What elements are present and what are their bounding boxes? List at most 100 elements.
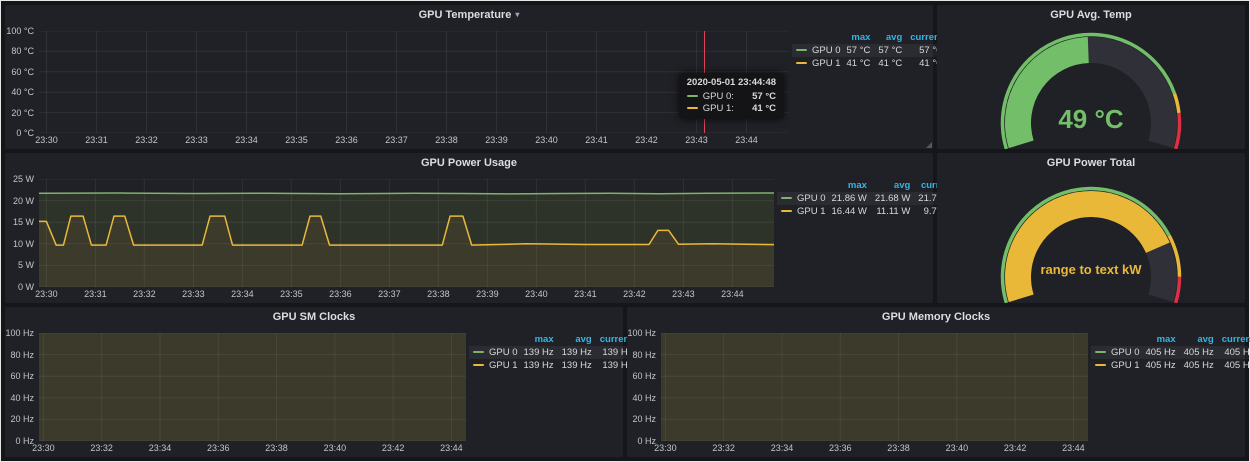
- legend-header-max[interactable]: max: [520, 333, 558, 346]
- x-tick-label: 23:30: [35, 289, 58, 299]
- x-tick-label: 23:36: [335, 135, 358, 145]
- x-tick-label: 23:41: [585, 135, 608, 145]
- panel-header[interactable]: GPU SM Clocks: [5, 307, 623, 329]
- plot-area[interactable]: [39, 333, 466, 441]
- legend-header-avg[interactable]: avg: [874, 31, 906, 44]
- x-tick-label: 23:35: [285, 135, 308, 145]
- legend-value: 57 °C: [843, 44, 875, 57]
- chart-canvas: [39, 31, 789, 133]
- legend-header-current[interactable]: current: [1218, 333, 1250, 346]
- series-dash-icon: [1095, 351, 1106, 353]
- legend-value: 41 °C: [874, 57, 906, 70]
- panel-header[interactable]: GPU Memory Clocks: [627, 307, 1245, 329]
- x-tick-label: 23:40: [535, 135, 558, 145]
- panel-header[interactable]: GPU Temperature▾: [5, 5, 933, 27]
- plot-area[interactable]: 2020-05-01 23:44:48 GPU 0: 57 °C GPU 1: …: [39, 31, 789, 133]
- panel-header[interactable]: GPU Power Total: [937, 153, 1245, 175]
- dashboard-row-3: GPU SM Clocks 100 Hz80 Hz60 Hz40 Hz20 Hz…: [5, 307, 1245, 457]
- panel-title: GPU SM Clocks: [273, 311, 356, 323]
- series-dash-icon: [796, 49, 807, 51]
- grafana-dashboard: GPU Temperature▾ 100 °C80 °C60 °C40 °C20…: [0, 0, 1250, 462]
- y-tick-label: 80 Hz: [632, 350, 656, 360]
- dashboard-row-1: GPU Temperature▾ 100 °C80 °C60 °C40 °C20…: [5, 5, 1245, 149]
- gauge-value: 49 °C: [937, 104, 1245, 135]
- y-tick-label: 5 W: [18, 260, 34, 270]
- x-tick-label: 23:38: [265, 443, 288, 453]
- x-tick-label: 23:30: [654, 443, 677, 453]
- legend-series-gpu-1[interactable]: GPU 1: [792, 57, 843, 70]
- x-tick-label: 23:44: [735, 135, 758, 145]
- legend-series-gpu-1[interactable]: GPU 1: [1091, 359, 1142, 372]
- legend-row: GPU 057 °C57 °C57 °C: [792, 44, 947, 57]
- legend-header-max[interactable]: max: [828, 179, 871, 192]
- x-tick-label: 23:42: [623, 289, 646, 299]
- legend-header-avg[interactable]: avg: [1180, 333, 1218, 346]
- series-dash-icon: [687, 95, 698, 97]
- legend-series-gpu-0[interactable]: GPU 0: [777, 192, 828, 205]
- y-tick-label: 20 W: [13, 196, 34, 206]
- series-dash-icon: [796, 62, 807, 64]
- x-tick-label: 23:31: [84, 289, 107, 299]
- chart-area: 100 °C80 °C60 °C40 °C20 °C0 °C 2020-05-0…: [5, 27, 792, 149]
- legend-value: 405 Hz: [1142, 359, 1180, 372]
- legend-header-avg[interactable]: avg: [871, 179, 914, 192]
- chart-wrap: 25 W20 W15 W10 W5 W0 W 23:3023:3123:3223…: [5, 175, 933, 303]
- legend-value: 405 Hz: [1142, 346, 1180, 359]
- panel-menu-caret-icon[interactable]: ▾: [515, 10, 519, 19]
- y-tick-label: 40 Hz: [10, 393, 34, 403]
- y-tick-label: 20 °C: [11, 108, 34, 118]
- x-tick-label: 23:37: [378, 289, 401, 299]
- legend-value: 139 Hz: [520, 359, 558, 372]
- tooltip-series-label: GPU 1:: [703, 103, 734, 114]
- legend-value: 405 Hz: [1218, 346, 1250, 359]
- x-tick-label: 23:34: [771, 443, 794, 453]
- legend-header-avg[interactable]: avg: [558, 333, 596, 346]
- panel-gpu-power-usage: GPU Power Usage 25 W20 W15 W10 W5 W0 W 2…: [5, 153, 933, 303]
- x-tick-label: 23:41: [574, 289, 597, 299]
- panel-resize-handle[interactable]: [926, 142, 932, 148]
- plot-area[interactable]: [39, 179, 774, 287]
- panel-header[interactable]: GPU Power Usage: [5, 153, 933, 175]
- legend-header-max[interactable]: max: [843, 31, 875, 44]
- x-tick-label: 23:37: [385, 135, 408, 145]
- y-tick-label: 40 Hz: [632, 393, 656, 403]
- chart-canvas: [39, 333, 466, 441]
- x-tick-label: 23:43: [685, 135, 708, 145]
- legend-value: 405 Hz: [1180, 359, 1218, 372]
- gauge-value: range to text kW: [937, 262, 1245, 277]
- y-tick-label: 20 Hz: [632, 414, 656, 424]
- legend-series-gpu-1[interactable]: GPU 1: [469, 359, 520, 372]
- x-axis: 23:3023:3223:3423:3623:3823:4023:4223:44: [661, 443, 1088, 456]
- tooltip-series-value: 57 °C: [742, 91, 776, 102]
- y-tick-label: 15 W: [13, 217, 34, 227]
- chart-wrap: 100 Hz80 Hz60 Hz40 Hz20 Hz0 Hz 23:3023:3…: [5, 329, 623, 457]
- x-tick-label: 23:39: [476, 289, 499, 299]
- y-axis: 100 Hz80 Hz60 Hz40 Hz20 Hz0 Hz: [5, 333, 38, 441]
- legend-series-gpu-0[interactable]: GPU 0: [792, 44, 843, 57]
- x-tick-label: 23:38: [435, 135, 458, 145]
- tooltip-series-label: GPU 0:: [703, 91, 734, 102]
- panel-header[interactable]: GPU Avg. Temp: [937, 5, 1245, 27]
- plot-area[interactable]: [661, 333, 1088, 441]
- legend-value: 16.44 W: [828, 205, 871, 218]
- chart-wrap: 100 Hz80 Hz60 Hz40 Hz20 Hz0 Hz 23:3023:3…: [627, 329, 1245, 457]
- legend-table: maxavgcurrentGPU 057 °C57 °C57 °CGPU 141…: [792, 31, 947, 70]
- legend-series-gpu-0[interactable]: GPU 0: [1091, 346, 1142, 359]
- legend-header-max[interactable]: max: [1142, 333, 1180, 346]
- x-tick-label: 23:44: [721, 289, 744, 299]
- x-tick-label: 23:33: [182, 289, 205, 299]
- legend-series-gpu-1[interactable]: GPU 1: [777, 205, 828, 218]
- legend-value: 405 Hz: [1180, 346, 1218, 359]
- chart-area: 25 W20 W15 W10 W5 W0 W 23:3023:3123:3223…: [5, 175, 777, 303]
- panel-title: GPU Power Total: [1047, 157, 1135, 169]
- legend-series-gpu-0[interactable]: GPU 0: [469, 346, 520, 359]
- chart-area: 100 Hz80 Hz60 Hz40 Hz20 Hz0 Hz 23:3023:3…: [5, 329, 469, 457]
- gauge-fill: [1018, 204, 1158, 298]
- legend-row: GPU 0139 Hz139 Hz139 Hz: [469, 346, 636, 359]
- chart-canvas: [39, 179, 774, 287]
- panel-title: GPU Memory Clocks: [882, 311, 990, 323]
- x-tick-label: 23:38: [427, 289, 450, 299]
- x-tick-label: 23:42: [382, 443, 405, 453]
- series-area: [661, 333, 1088, 441]
- y-axis: 25 W20 W15 W10 W5 W0 W: [5, 179, 38, 287]
